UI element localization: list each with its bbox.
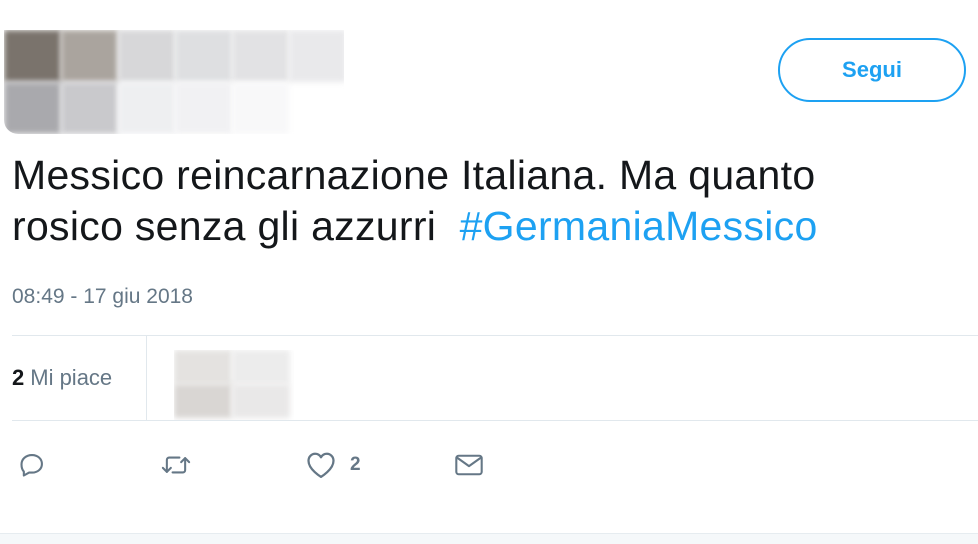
tweet-text-line-2-body: rosico senza gli azzurri xyxy=(12,203,437,249)
likes-stat[interactable]: 2 Mi piace xyxy=(12,336,146,420)
liker-avatar-redacted[interactable] xyxy=(174,350,294,420)
hashtag-link[interactable]: #GermaniaMessico xyxy=(460,203,818,249)
retweet-icon xyxy=(160,451,192,479)
tweet-timestamp[interactable]: 08:49 - 17 giu 2018 xyxy=(12,285,193,309)
direct-message-button[interactable] xyxy=(454,440,484,490)
reply-icon xyxy=(18,451,46,479)
likes-count: 2 xyxy=(12,365,25,390)
heart-icon xyxy=(306,451,336,479)
retweet-button[interactable] xyxy=(160,440,192,490)
tweet-text-line-2: rosico senza gli azzurri #GermaniaMessic… xyxy=(12,201,974,252)
tweet-text: Messico reincarnazione Italiana. Ma quan… xyxy=(12,150,974,252)
bottom-bar xyxy=(0,533,978,544)
author-redacted xyxy=(4,30,344,134)
follow-button[interactable]: Segui xyxy=(778,38,966,102)
tweet-stats: 2 Mi piace xyxy=(12,336,978,420)
reply-button[interactable] xyxy=(18,440,46,490)
stats-separator xyxy=(146,336,147,420)
like-button[interactable]: 2 xyxy=(306,440,361,490)
likes-label: Mi piace xyxy=(30,365,113,390)
divider-bottom xyxy=(12,420,978,421)
tweet-actions: 2 xyxy=(12,440,612,490)
envelope-icon xyxy=(454,452,484,478)
tweet-text-line-1: Messico reincarnazione Italiana. Ma quan… xyxy=(12,152,816,198)
like-count: 2 xyxy=(350,454,361,475)
